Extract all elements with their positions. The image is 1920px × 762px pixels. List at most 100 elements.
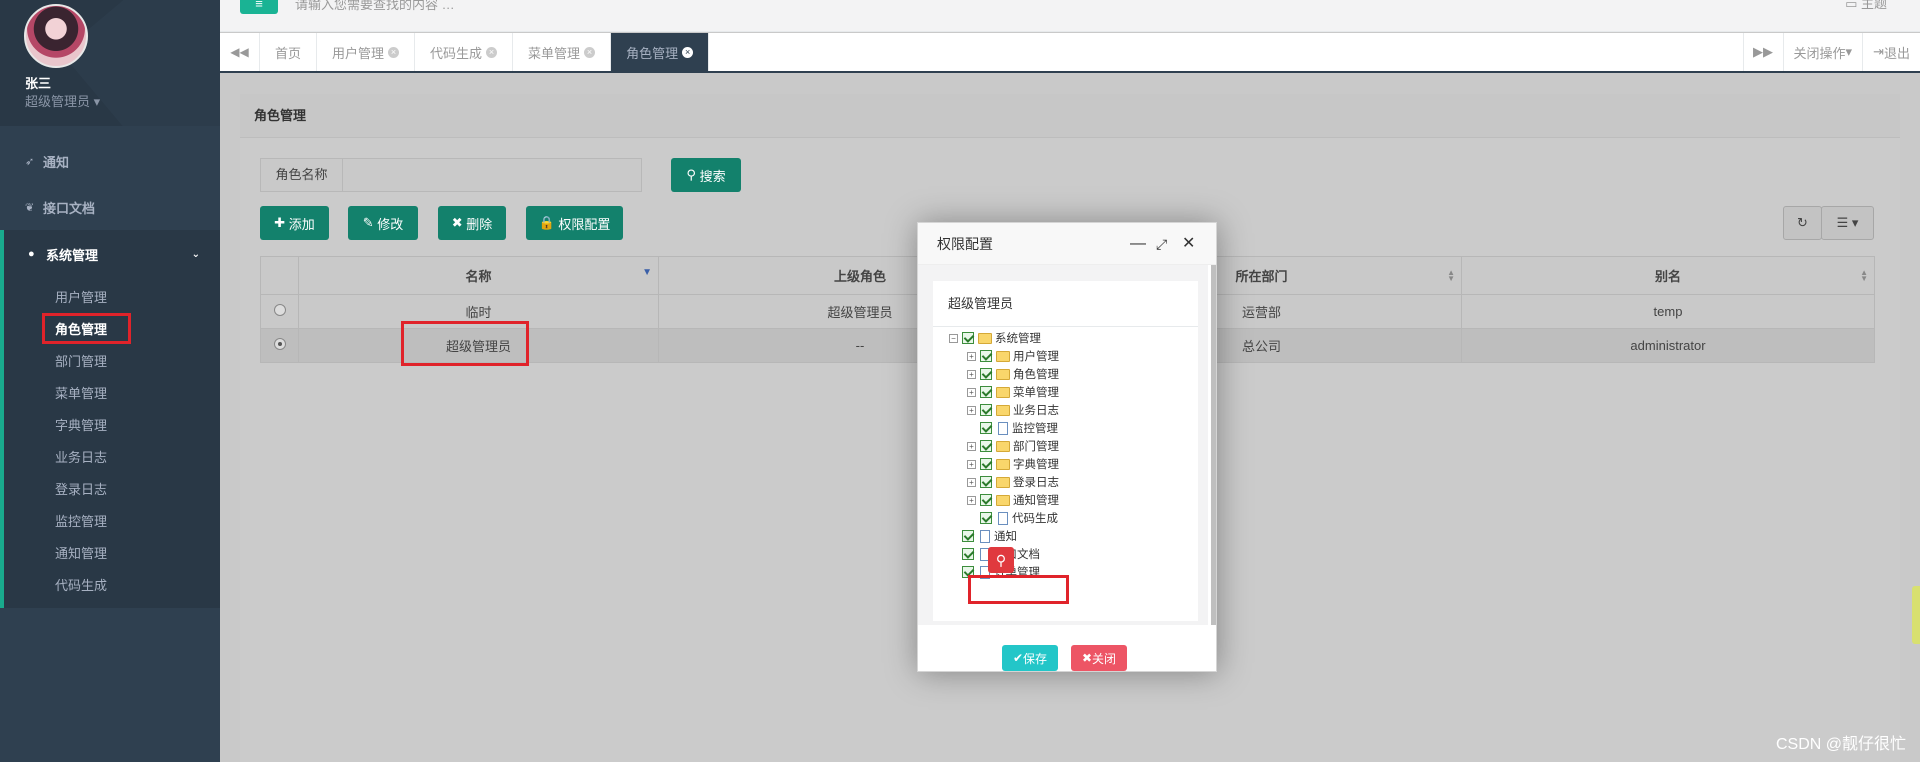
tree-node-system[interactable]: − 系统管理 xyxy=(949,329,1041,347)
checkbox[interactable] xyxy=(980,386,992,398)
tree-node[interactable]: + 通知管理 xyxy=(967,491,1059,509)
close-icon[interactable]: × xyxy=(584,46,596,58)
sort-desc-icon: ▼ xyxy=(642,267,652,278)
expand-icon[interactable]: + xyxy=(967,351,976,361)
add-button[interactable]: ✚ 添加 xyxy=(260,206,329,240)
expand-icon[interactable]: + xyxy=(967,441,976,451)
checkbox[interactable] xyxy=(980,458,992,470)
sidebar-item-api-docs[interactable]: ❦ 接口文档 xyxy=(0,184,220,230)
sidebar-subitem-codegen[interactable]: 代码生成 xyxy=(4,568,220,600)
perm-label: 权限配置 xyxy=(558,216,611,232)
save-button[interactable]: ✔ 保存 xyxy=(1002,645,1058,671)
checkbox[interactable] xyxy=(980,512,992,524)
row-select[interactable] xyxy=(260,294,299,329)
tab-menu[interactable]: 菜单管理 × xyxy=(513,33,612,71)
checkbox[interactable] xyxy=(980,368,992,380)
sidebar-subitem-menu[interactable]: 菜单管理 xyxy=(4,376,220,408)
maximize-icon[interactable]: ⤢ xyxy=(1156,223,1167,265)
logout-button[interactable]: ⇥ 退出 xyxy=(1862,33,1920,71)
sidebar-subitem-dept[interactable]: 部门管理 xyxy=(4,344,220,376)
tree-node[interactable]: + 菜单管理 xyxy=(967,383,1059,401)
close-button[interactable]: ✖ 关闭 xyxy=(1071,645,1127,671)
col-header-alias[interactable]: 别名 ▲ ▼ xyxy=(1461,256,1875,295)
radio-button[interactable] xyxy=(273,304,286,316)
checkbox[interactable] xyxy=(980,494,992,506)
sidebar-subitem-monitor[interactable]: 监控管理 xyxy=(4,504,220,536)
expand-icon[interactable]: + xyxy=(967,387,976,397)
modal-scrollbar[interactable] xyxy=(1211,265,1216,625)
modal-title-bar[interactable]: 权限配置 — ⤢ ✕ xyxy=(918,223,1216,265)
tree-node[interactable]: + 登录日志 xyxy=(967,473,1059,491)
tree-node[interactable]: + 字典管理 xyxy=(967,455,1059,473)
tree-node[interactable]: + 角色管理 xyxy=(967,365,1059,383)
close-icon[interactable]: × xyxy=(388,46,400,58)
expand-icon[interactable]: + xyxy=(967,459,976,469)
tab-codegen[interactable]: 代码生成 × xyxy=(415,33,514,71)
sidebar-subitem-login-log[interactable]: 登录日志 xyxy=(4,472,220,504)
tree-node[interactable]: + 业务日志 xyxy=(967,401,1059,419)
sidebar-subitem-dict[interactable]: 字典管理 xyxy=(4,408,220,440)
select-col-header xyxy=(260,256,299,295)
tabs-scroll-left-button[interactable]: ◀◀ xyxy=(220,33,260,71)
sidebar-subitem-role[interactable]: 角色管理 xyxy=(4,312,220,344)
search-input[interactable]: 请输入您需要查找的内容 … xyxy=(295,0,455,13)
minimize-icon[interactable]: — xyxy=(1130,223,1146,265)
expand-icon[interactable]: + xyxy=(967,477,976,487)
checkbox[interactable] xyxy=(980,476,992,488)
tab-user[interactable]: 用户管理 × xyxy=(317,33,416,71)
sidebar-item-notice[interactable]: ➶ 通知 xyxy=(0,138,220,184)
menu-toggle-button[interactable]: ≡ xyxy=(240,0,278,14)
expand-icon[interactable]: + xyxy=(967,495,976,505)
sidebar-subitem-notice[interactable]: 通知管理 xyxy=(4,536,220,568)
sort-icon: ▲ ▼ xyxy=(1860,268,1868,283)
edit-button[interactable]: ✎ 修改 xyxy=(348,206,418,240)
tabs-scroll-right-button[interactable]: ▶▶ xyxy=(1742,33,1783,71)
tree-node-notice[interactable]: 通知 xyxy=(962,527,1017,545)
tree-node[interactable]: 监控管理 xyxy=(980,419,1058,437)
radio-button[interactable] xyxy=(273,338,286,350)
sidebar-item-system[interactable]: ● 系统管理 ⌄ xyxy=(0,230,220,278)
sidebar-subitem-user[interactable]: 用户管理 xyxy=(4,280,220,312)
row-select[interactable] xyxy=(260,328,299,363)
checkbox[interactable] xyxy=(980,350,992,362)
close-ops-dropdown[interactable]: 关闭操作 ▾ xyxy=(1782,33,1863,71)
sidebar-subitem-biz-log[interactable]: 业务日志 xyxy=(4,440,220,472)
panel-title: 角色管理 xyxy=(240,94,1900,138)
close-icon[interactable]: ✕ xyxy=(1182,223,1195,265)
expand-icon[interactable]: + xyxy=(967,405,976,415)
header-label: 别名 xyxy=(1654,269,1681,284)
tree-node[interactable]: + 部门管理 xyxy=(967,437,1059,455)
col-header-name[interactable]: 名称 ▼ xyxy=(298,256,659,295)
close-icon[interactable]: × xyxy=(682,46,694,58)
checkbox[interactable] xyxy=(980,440,992,452)
profile-role-dropdown[interactable]: 超级管理员 ▾ xyxy=(25,91,100,110)
checkbox[interactable] xyxy=(962,332,974,344)
magnifier-icon[interactable]: ⚲ xyxy=(988,547,1014,573)
tree-node[interactable]: 代码生成 xyxy=(980,509,1058,527)
checkbox[interactable] xyxy=(980,422,992,434)
tree-node-label: 部门管理 xyxy=(1013,441,1059,453)
permission-config-button[interactable]: 🔒 权限配置 xyxy=(526,206,623,240)
profile-area: 张三 超级管理员 ▾ xyxy=(0,0,220,126)
side-handle[interactable] xyxy=(1912,586,1920,644)
tab-role[interactable]: 角色管理 × xyxy=(611,33,710,71)
close-icon[interactable]: × xyxy=(486,46,498,58)
expand-icon[interactable]: + xyxy=(967,369,976,379)
collapse-icon[interactable]: − xyxy=(949,333,958,343)
avatar[interactable] xyxy=(24,4,88,68)
checkbox[interactable] xyxy=(962,530,974,542)
refresh-button[interactable]: ↻ xyxy=(1783,206,1822,240)
sidebar-item-label: 接口文档 xyxy=(43,200,96,216)
columns-toggle-button[interactable]: ☰ ▾ xyxy=(1821,206,1874,240)
role-name-input[interactable] xyxy=(344,159,641,191)
x-icon: ✖ xyxy=(1081,651,1093,665)
tree-node[interactable]: + 用户管理 xyxy=(967,347,1059,365)
tab-home[interactable]: 首页 xyxy=(260,33,318,71)
checkbox[interactable] xyxy=(962,548,974,560)
checkbox[interactable] xyxy=(980,404,992,416)
theme-button[interactable]: ▭ 主题 xyxy=(1845,0,1887,12)
delete-button[interactable]: ✖ 删除 xyxy=(438,206,506,240)
folder-icon xyxy=(996,368,1010,380)
search-button[interactable]: ⚲ 搜索 xyxy=(671,158,741,192)
tabs-bar: ◀◀ 首页 用户管理 × 代码生成 × 菜单管理 × 角色管理 × ▶▶ 关闭操作 ▾ ⇥… xyxy=(220,33,1920,73)
